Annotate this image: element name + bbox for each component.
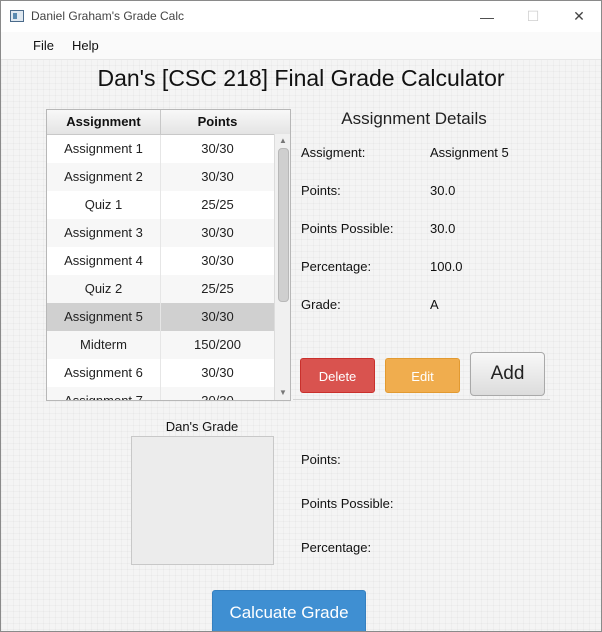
points-cell: 30/30 bbox=[201, 365, 234, 380]
table-row[interactable]: Assignment 4 30/30 bbox=[47, 247, 274, 275]
divider bbox=[293, 399, 550, 400]
assignment-name-cell: Quiz 2 bbox=[47, 275, 161, 303]
points-cell: 25/25 bbox=[201, 197, 234, 212]
column-header-assignment[interactable]: Assignment bbox=[47, 110, 161, 134]
points-cell: 25/25 bbox=[201, 281, 234, 296]
calculate-grade-button[interactable]: Calcuate Grade bbox=[212, 590, 366, 631]
points-cell: 30/30 bbox=[201, 253, 234, 268]
assignment-name-cell: Assignment 1 bbox=[47, 135, 161, 163]
points-cell: 30/30 bbox=[201, 225, 234, 240]
app-window: Daniel Graham's Grade Calc — ☐ ✕ File He… bbox=[0, 0, 602, 632]
maximize-button[interactable]: ☐ bbox=[510, 1, 556, 32]
table-row[interactable]: Assignment 7 30/30 bbox=[47, 387, 274, 401]
points-cell: 30/30 bbox=[201, 169, 234, 184]
assignment-name-cell: Assignment 7 bbox=[47, 387, 161, 400]
main-content: Dan's [CSC 218] Final Grade Calculator A… bbox=[1, 60, 601, 631]
scroll-down-icon[interactable]: ▼ bbox=[275, 386, 290, 400]
assignment-name-cell: Quiz 1 bbox=[47, 191, 161, 219]
summary-percentage-label: Percentage: bbox=[301, 540, 372, 555]
assignment-name-cell: Assignment 4 bbox=[47, 247, 161, 275]
table-row[interactable]: Assignment 6 30/30 bbox=[47, 359, 274, 387]
table-body: Assignment 1 30/30 Assignment 2 30/30 Quiz 1… bbox=[47, 135, 274, 401]
grade-title: Dan's Grade bbox=[165, 419, 239, 434]
menu-bar: File Help bbox=[1, 32, 601, 60]
table-row[interactable]: Assignment 1 30/30 bbox=[47, 135, 274, 163]
menu-file[interactable]: File bbox=[33, 38, 54, 53]
minimize-button[interactable]: — bbox=[464, 1, 510, 32]
assignment-value: Assignment 5 bbox=[430, 145, 509, 160]
summary-points-label: Points: bbox=[301, 452, 341, 467]
table-row[interactable]: Quiz 1 25/25 bbox=[47, 191, 274, 219]
assignment-name-cell: Midterm bbox=[47, 331, 161, 359]
app-icon bbox=[10, 10, 24, 22]
percentage-label: Percentage: bbox=[301, 259, 372, 274]
assignments-table: Assignment Points Assignment 1 30/30 Assig… bbox=[46, 109, 291, 401]
table-header: Assignment Points bbox=[47, 110, 274, 135]
points-possible-label: Points Possible: bbox=[301, 221, 394, 236]
assignment-name-cell: Assignment 6 bbox=[47, 359, 161, 387]
scrollbar-thumb[interactable] bbox=[278, 148, 289, 302]
grade-label: Grade: bbox=[301, 297, 341, 312]
window-title: Daniel Graham's Grade Calc bbox=[31, 9, 185, 23]
assignment-label: Assigment: bbox=[301, 145, 366, 160]
points-label: Points: bbox=[301, 183, 341, 198]
grade-display-box bbox=[131, 436, 274, 565]
table-header-corner bbox=[274, 110, 290, 135]
assignment-name-cell: Assignment 2 bbox=[47, 163, 161, 191]
percentage-value: 100.0 bbox=[430, 259, 463, 274]
title-bar: Daniel Graham's Grade Calc — ☐ ✕ bbox=[1, 1, 601, 32]
column-header-points[interactable]: Points bbox=[161, 110, 274, 134]
table-row[interactable]: Assignment 2 30/30 bbox=[47, 163, 274, 191]
close-button[interactable]: ✕ bbox=[556, 1, 601, 32]
assignment-name-cell: Assignment 3 bbox=[47, 219, 161, 247]
table-row[interactable]: Assignment 5 30/30 bbox=[47, 303, 274, 331]
points-value: 30.0 bbox=[430, 183, 456, 198]
assignment-name-cell: Assignment 5 bbox=[47, 303, 161, 331]
scroll-up-icon[interactable]: ▲ bbox=[275, 134, 290, 148]
table-row[interactable]: Assignment 3 30/30 bbox=[47, 219, 274, 247]
menu-help[interactable]: Help bbox=[72, 38, 99, 53]
page-title: Dan's [CSC 218] Final Grade Calculator bbox=[97, 65, 505, 91]
edit-button[interactable]: Edit bbox=[385, 358, 460, 393]
delete-button[interactable]: Delete bbox=[300, 358, 375, 393]
table-row[interactable]: Midterm 150/200 bbox=[47, 331, 274, 359]
summary-points-possible-label: Points Possible: bbox=[301, 496, 394, 511]
points-cell: 30/30 bbox=[201, 141, 234, 156]
grade-value: A bbox=[430, 297, 439, 312]
points-cell: 30/30 bbox=[201, 309, 234, 324]
table-row[interactable]: Quiz 2 25/25 bbox=[47, 275, 274, 303]
table-scrollbar[interactable]: ▲ ▼ bbox=[274, 134, 290, 400]
points-cell: 150/200 bbox=[194, 337, 241, 352]
add-button[interactable]: Add bbox=[470, 352, 545, 396]
points-possible-value: 30.0 bbox=[430, 221, 456, 236]
details-title: Assignment Details bbox=[341, 109, 487, 128]
points-cell: 30/30 bbox=[201, 393, 234, 401]
